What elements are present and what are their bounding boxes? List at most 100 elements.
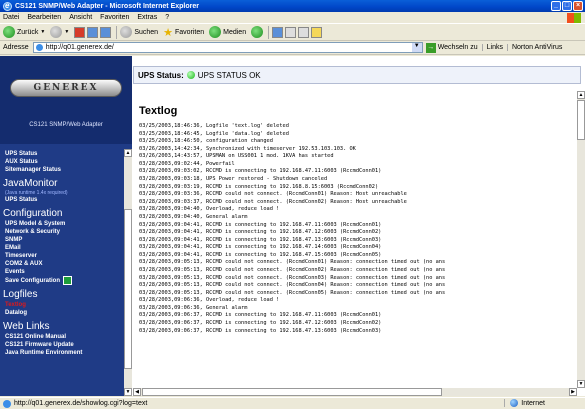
back-dropdown-icon[interactable]: ▼ xyxy=(40,29,45,35)
sidebar-scroll-thumb[interactable] xyxy=(124,209,132,369)
sidebar-item-snmp[interactable]: SNMP xyxy=(3,236,122,244)
address-dropdown-icon[interactable]: ▼ xyxy=(411,43,422,52)
log-scroll-thumb[interactable] xyxy=(577,100,585,140)
status-url: http://q01.generex.de/showlog.cgi?log=te… xyxy=(14,400,148,407)
log-line: 03/25/2003,18:46:36, Logfile 'text.log' … xyxy=(139,123,289,129)
sidebar-item-java-ups-status[interactable]: UPS Status xyxy=(3,196,122,204)
search-icon xyxy=(120,26,133,38)
home-icon[interactable] xyxy=(100,26,112,38)
zone-label: Internet xyxy=(521,399,545,407)
print-icon[interactable] xyxy=(285,26,297,38)
media-button[interactable]: Medien xyxy=(209,26,246,38)
scroll-up-icon[interactable]: ▲ xyxy=(124,149,132,157)
ups-status-box: UPS Status: UPS STATUS OK xyxy=(133,66,581,84)
go-label: Wechseln zu xyxy=(437,44,478,51)
log-line: 03/28/2003,09:03:19, RCCMD is connecting… xyxy=(139,183,379,190)
menu-edit[interactable]: Bearbeiten xyxy=(27,14,61,21)
menu-bar: Datei Bearbeiten Ansicht Favoriten Extra… xyxy=(0,12,585,24)
sidebar-item-save-configuration[interactable]: Save Configuration xyxy=(3,276,122,285)
close-button[interactable]: × xyxy=(573,1,583,11)
sidebar-item-java-runtime[interactable]: Java Runtime Environment xyxy=(3,349,122,357)
save-configuration-label: Save Configuration xyxy=(5,278,61,285)
address-url: http://q01.generex.de/ xyxy=(45,44,114,51)
log-line: 03/28/2003,09:03:37, RCCMD could not con… xyxy=(139,198,407,205)
favorites-button[interactable]: ★ Favoriten xyxy=(163,26,204,39)
log-line: 03/28/2003,09:03:18, UPS Power restored … xyxy=(139,176,328,183)
sidebar-scrollbar[interactable]: ▲ ▼ xyxy=(124,149,132,396)
sidebar-item-online-manual[interactable]: CS121 Online Manual xyxy=(3,333,122,341)
log-vertical-scrollbar[interactable]: ▲ ▼ xyxy=(577,91,585,388)
windows-logo-icon xyxy=(567,13,581,23)
main-frame: UPS Status: UPS STATUS OK Textlog 03/25/… xyxy=(133,56,585,396)
internet-globe-icon xyxy=(510,399,519,407)
menu-file[interactable]: Datei xyxy=(3,14,19,21)
menu-favorites[interactable]: Favoriten xyxy=(100,14,129,21)
section-web-links: Web Links xyxy=(3,321,50,333)
scroll-up-icon[interactable]: ▲ xyxy=(577,91,585,99)
sidebar-item-datalog[interactable]: Datalog xyxy=(3,309,122,317)
page-icon xyxy=(3,399,11,408)
maximize-button[interactable]: □ xyxy=(562,1,572,11)
mail-icon[interactable] xyxy=(272,26,284,38)
scroll-down-icon[interactable]: ▼ xyxy=(124,388,132,396)
scroll-left-icon[interactable]: ◀ xyxy=(133,388,141,396)
stop-icon[interactable] xyxy=(74,26,86,38)
history-icon[interactable] xyxy=(251,26,264,38)
media-icon xyxy=(209,26,222,38)
save-icon xyxy=(63,276,73,285)
refresh-icon[interactable] xyxy=(87,26,99,38)
media-label: Medien xyxy=(223,28,247,36)
sidebar-item-aux-status[interactable]: AUX Status xyxy=(3,158,122,166)
forward-button[interactable]: ▼ xyxy=(50,26,69,38)
log-line: 03/28/2003,09:02:44, Powerfail xyxy=(139,160,235,167)
security-zone: Internet xyxy=(504,399,545,407)
back-button[interactable]: Zurück ▼ xyxy=(3,26,45,38)
log-hscroll-thumb[interactable] xyxy=(142,388,442,396)
forward-dropdown-icon[interactable]: ▼ xyxy=(64,29,69,35)
sidebar-item-textlog[interactable]: Textlog xyxy=(3,301,122,309)
toolbar-separator xyxy=(116,25,118,39)
minimize-button[interactable]: _ xyxy=(551,1,561,11)
log-line: 03/28/2003,09:04:41, RCCMD is connecting… xyxy=(139,244,382,251)
sidebar-item-ups-model-system[interactable]: UPS Model & System xyxy=(3,220,122,228)
log-horizontal-scrollbar[interactable]: ◀ ▶ xyxy=(133,388,577,396)
log-line: 03/28/2003,09:06:37, RCCMD is connecting… xyxy=(139,327,382,334)
go-button[interactable]: → Wechseln zu xyxy=(425,42,478,53)
favorites-label: Favoriten xyxy=(174,28,205,36)
sidebar-nav: UPS Status AUX Status Sitemanager Status… xyxy=(0,144,122,396)
status-ok-icon xyxy=(186,71,195,79)
address-input[interactable]: http://q01.generex.de/ ▼ xyxy=(32,42,423,53)
sidebar-item-firmware-update[interactable]: CS121 Firmware Update xyxy=(3,341,122,349)
toolbar: Zurück ▼ ▼ Suchen ★ Favoriten Medien xyxy=(0,24,585,41)
sidebar-item-email[interactable]: EMail xyxy=(3,244,122,252)
folder-icon[interactable] xyxy=(311,26,323,38)
sidebar-item-sitemanager-status[interactable]: Sitemanager Status xyxy=(3,166,122,174)
sidebar-item-timeserver[interactable]: Timeserver xyxy=(3,252,122,260)
log-line: 03/28/2003,09:04:40, Overload, reduce lo… xyxy=(139,206,280,213)
norton-antivirus-button[interactable]: Norton AntiVirus xyxy=(506,44,562,51)
menu-view[interactable]: Ansicht xyxy=(69,14,92,21)
sidebar-item-network-security[interactable]: Network & Security xyxy=(3,228,122,236)
links-button[interactable]: Links xyxy=(481,44,503,51)
section-configuration: Configuration xyxy=(3,208,63,219)
textlog-frame: Textlog 03/25/2003,18:46:36, Logfile 'te… xyxy=(133,91,585,396)
menu-help[interactable]: ? xyxy=(165,14,169,21)
scroll-down-icon[interactable]: ▼ xyxy=(577,380,585,388)
ups-status-value: UPS STATUS OK xyxy=(197,70,261,80)
log-line: 03/26/2003,14:43:57, UPSMAN on USS001 1 … xyxy=(139,153,334,160)
window-title: CS121 SNMP/Web Adapter - Microsoft Inter… xyxy=(15,2,199,10)
scroll-right-icon[interactable]: ▶ xyxy=(569,388,577,396)
log-line: 03/28/2003,09:06:36, Overload, reduce lo… xyxy=(139,297,280,304)
sidebar-item-events[interactable]: Events xyxy=(3,268,122,276)
search-button[interactable]: Suchen xyxy=(120,26,158,38)
edit-icon[interactable] xyxy=(298,26,310,38)
menu-tools[interactable]: Extras xyxy=(137,14,157,21)
sidebar-item-ups-status[interactable]: UPS Status xyxy=(3,150,122,158)
log-line: 03/28/2003,09:05:13, RCCMD could not con… xyxy=(139,266,446,273)
adapter-label: CS121 SNMP/Web Adapter xyxy=(29,122,103,128)
page-title: Textlog xyxy=(139,105,178,117)
log-line: 03/28/2003,09:04:41, RCCMD is connecting… xyxy=(139,221,382,228)
log-text: 03/25/2003,18:46:36, Logfile 'text.log' … xyxy=(139,123,569,385)
sidebar-item-com2-aux[interactable]: COM2 & AUX xyxy=(3,260,122,268)
log-line: 03/26/2003,14:42:34, Synchronized with t… xyxy=(139,145,356,152)
